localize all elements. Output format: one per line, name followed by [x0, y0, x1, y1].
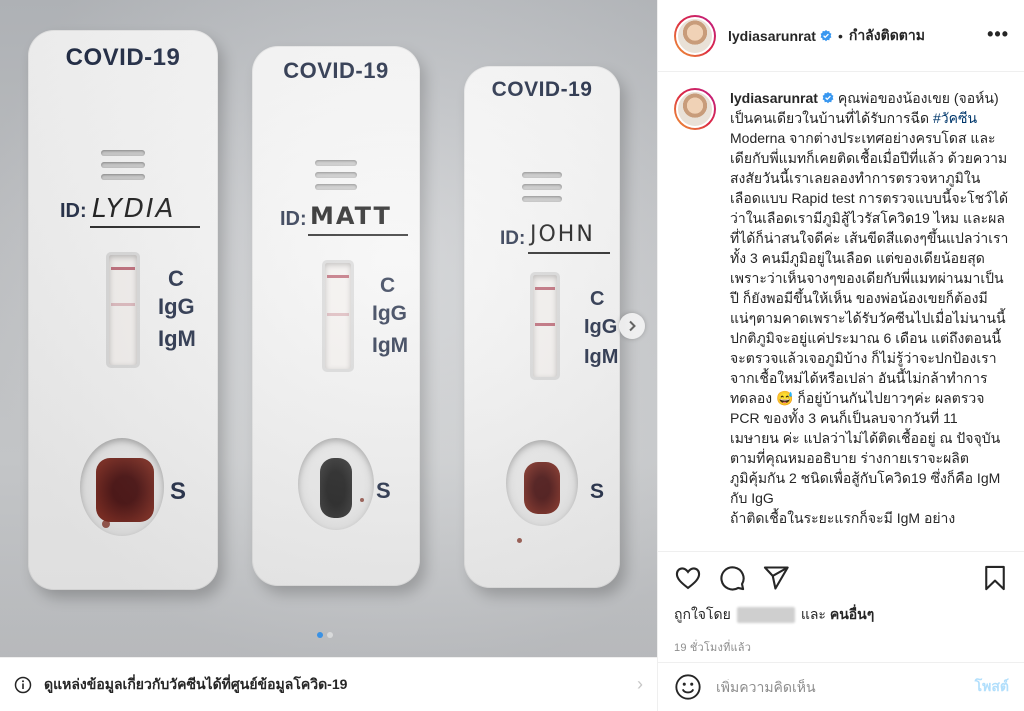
post-sidebar: lydiasarunrat • กำลังติดตาม ••• lydiasar…: [657, 0, 1024, 711]
test-cassette-1: COVID-19 ID: LYDIA C IgG IgM S: [28, 30, 218, 590]
blood-sample: [524, 462, 560, 514]
hashtag-link[interactable]: #วัคซีน: [933, 110, 977, 126]
post-photo[interactable]: COVID-19 ID: LYDIA C IgG IgM S COVID-19 …: [0, 0, 657, 657]
following-button[interactable]: กำลังติดตาม: [849, 25, 925, 47]
cassette-brand: COVID-19: [65, 44, 181, 71]
chevron-right-icon: ›: [637, 674, 643, 694]
vent-slots: [315, 160, 357, 196]
likes-line: ถูกใจโดย และ คนอื่นๆ: [674, 604, 1009, 626]
verified-badge-icon: [822, 92, 834, 104]
marker-s: S: [170, 478, 187, 505]
blood-drop: [517, 538, 522, 543]
share-icon[interactable]: [762, 564, 790, 592]
carousel-next-button[interactable]: [619, 313, 645, 339]
carousel-dot: [327, 632, 333, 638]
verified-badge-icon: [820, 29, 832, 41]
more-options-button[interactable]: •••: [987, 24, 1009, 45]
caption-username[interactable]: lydiasarunrat: [730, 90, 818, 106]
marker-s: S: [590, 480, 605, 503]
id-name: MATT: [310, 202, 392, 230]
test-cassette-2: COVID-19 ID: MATT C IgG IgM S: [252, 46, 420, 586]
marker-igg: IgG: [584, 316, 618, 338]
caption-text-truncated: ถ้าติดเชื้อในระยะแรกก็จะมี IgM อย่าง: [730, 510, 956, 526]
avatar[interactable]: [674, 88, 716, 130]
action-icons: [674, 564, 1009, 592]
bookmark-icon[interactable]: [981, 564, 1009, 592]
likes-prefix: ถูกใจโดย: [674, 606, 731, 622]
post-comment-button[interactable]: โพสต์: [975, 676, 1009, 698]
separator: •: [837, 27, 843, 44]
username-link[interactable]: lydiasarunrat: [728, 28, 816, 44]
smiley-icon[interactable]: [674, 673, 702, 701]
marker-c: C: [168, 266, 184, 291]
post-header: lydiasarunrat • กำลังติดตาม •••: [658, 0, 1024, 72]
covid-info-bar[interactable]: ดูแหล่งข้อมูลเกี่ยวกับวัคซีนได้ที่ศูนย์ข…: [0, 657, 657, 711]
id-label: ID:: [280, 208, 307, 230]
marker-c: C: [590, 288, 605, 310]
id-name: JOHN: [530, 222, 595, 247]
marker-c: C: [380, 274, 396, 297]
post-actions: ถูกใจโดย และ คนอื่นๆ 19 ชั่วโมงที่แล้ว: [658, 551, 1024, 656]
control-band: [535, 287, 555, 290]
id-name: LYDIA: [92, 194, 176, 224]
heart-icon[interactable]: [674, 564, 702, 592]
test-cassette-3: COVID-19 ID: JOHN C IgG IgM S: [464, 66, 620, 588]
id-label: ID:: [500, 228, 526, 249]
id-label: ID:: [60, 200, 87, 222]
blood-drop: [360, 498, 364, 502]
carousel-dot-active: [317, 632, 323, 638]
vent-slots: [101, 150, 145, 186]
marker-igm: IgM: [584, 346, 619, 368]
cassette-brand: COVID-19: [491, 78, 593, 101]
covid-info-text: ดูแหล่งข้อมูลเกี่ยวกับวัคซีนได้ที่ศูนย์ข…: [44, 675, 348, 692]
info-icon: [14, 676, 32, 693]
post-timestamp[interactable]: 19 ชั่วโมงที่แล้ว: [674, 638, 1009, 656]
igg-band: [111, 303, 135, 306]
comment-box: โพสต์: [658, 662, 1024, 711]
likes-and: และ: [800, 606, 826, 622]
carousel-dots: [317, 632, 333, 638]
blood-sample: [320, 458, 352, 518]
id-underline: [528, 252, 610, 254]
id-underline: [90, 226, 200, 228]
blurred-username[interactable]: [736, 607, 795, 623]
control-band: [111, 267, 135, 270]
marker-igg: IgG: [372, 302, 407, 325]
id-underline: [308, 234, 408, 236]
igg-band: [535, 323, 555, 326]
emoji: 😅: [776, 390, 794, 406]
caption-text: ก็อยู่บ้านกันไปยาวๆค่ะ ผลตรวจ PCR ของทั้…: [730, 390, 1001, 506]
marker-igm: IgM: [158, 326, 196, 351]
vent-slots: [522, 172, 562, 208]
result-window: [106, 252, 140, 368]
cassette-brand: COVID-19: [283, 58, 389, 83]
marker-igm: IgM: [372, 334, 409, 357]
result-window: [322, 260, 354, 372]
caption-text: Moderna จากต่างประเทศอย่างครบโดส และเดีย…: [730, 130, 1009, 406]
avatar[interactable]: [674, 14, 716, 57]
marker-s: S: [376, 478, 391, 503]
result-window: [530, 272, 560, 380]
chevron-right-icon: [629, 320, 636, 332]
caption-area: lydiasarunrat คุณพ่อของน้องเขย (จอห์น) เ…: [658, 72, 1024, 550]
marker-igg: IgG: [158, 294, 195, 319]
comment-icon[interactable]: [718, 564, 746, 592]
comment-input[interactable]: [716, 679, 975, 695]
blood-sample: [96, 458, 154, 522]
igg-band: [327, 313, 349, 316]
post-caption: lydiasarunrat คุณพ่อของน้องเขย (จอห์น) เ…: [730, 88, 1009, 550]
blood-drop: [102, 520, 110, 528]
likes-others-link[interactable]: คนอื่นๆ: [830, 604, 874, 626]
control-band: [327, 275, 349, 278]
